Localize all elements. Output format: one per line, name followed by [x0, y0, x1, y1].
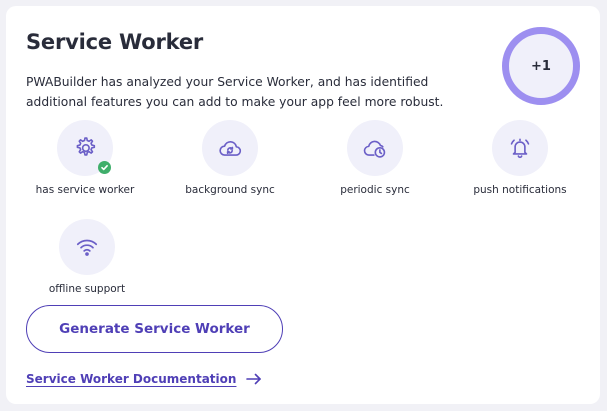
feature-label: offline support — [48, 283, 126, 295]
feature-label: has service worker — [35, 184, 135, 196]
bell-ring-icon — [507, 135, 533, 161]
service-worker-card: Service Worker PWABuilder has analyzed y… — [6, 6, 600, 404]
feature-bubble — [202, 120, 258, 176]
cloud-clock-icon — [362, 135, 388, 161]
check-icon — [98, 161, 111, 174]
feature-bubble — [492, 120, 548, 176]
feature-bubble — [59, 219, 115, 275]
score-ring: +1 — [502, 27, 580, 105]
service-worker-docs-link[interactable]: Service Worker Documentation — [26, 372, 262, 386]
arrow-right-icon — [246, 373, 262, 385]
feature-background-sync: background sync — [165, 120, 295, 196]
card-description: PWABuilder has analyzed your Service Wor… — [26, 75, 444, 109]
feature-label: periodic sync — [340, 184, 410, 196]
generate-service-worker-button[interactable]: Generate Service Worker — [26, 305, 283, 353]
score-value: +1 — [531, 58, 551, 74]
wifi-icon — [74, 234, 100, 260]
feature-label: background sync — [185, 184, 275, 196]
feature-push-notifications: push notifications — [455, 120, 585, 196]
feature-has-service-worker: has service worker — [20, 120, 150, 196]
docs-link-label: Service Worker Documentation — [26, 372, 237, 386]
feature-bubble — [347, 120, 403, 176]
feature-bubble — [57, 120, 113, 176]
card-title: Service Worker — [26, 30, 204, 54]
feature-periodic-sync: periodic sync — [310, 120, 440, 196]
cloud-sync-icon — [217, 135, 243, 161]
gear-icon — [72, 135, 98, 161]
feature-offline-support: offline support — [22, 219, 152, 295]
feature-label: push notifications — [473, 184, 567, 196]
